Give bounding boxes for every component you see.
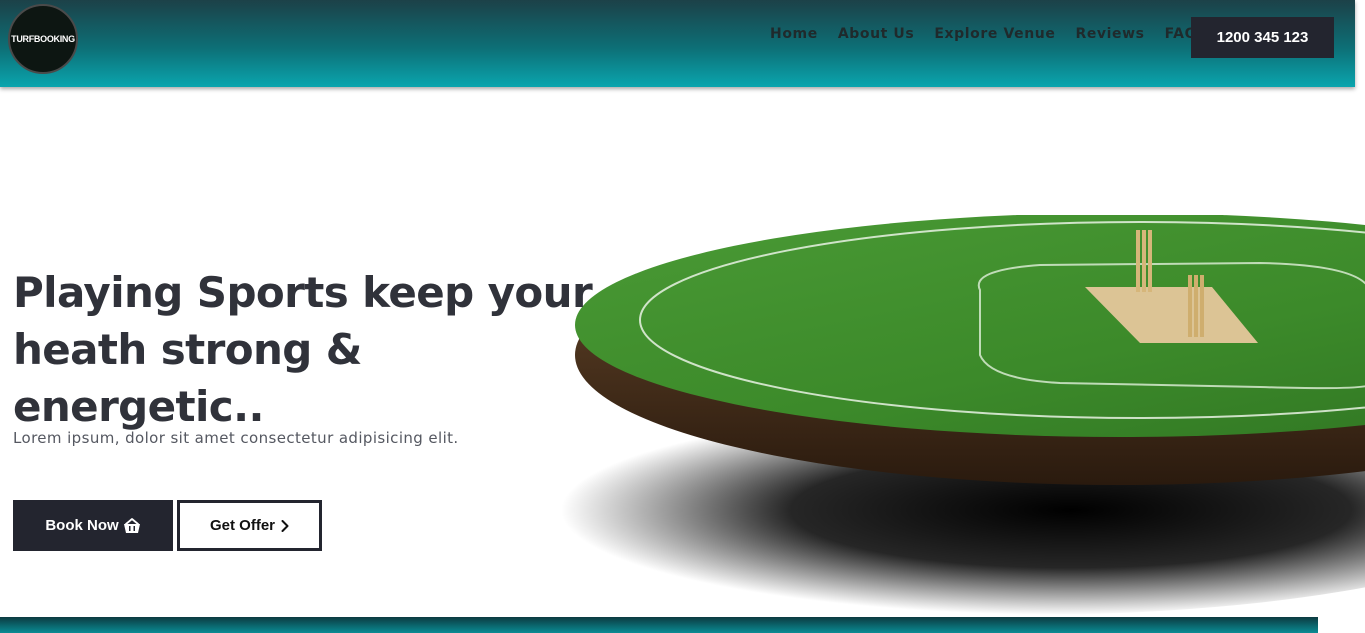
chevron-right-icon <box>281 519 289 532</box>
stumps-near <box>1188 275 1204 337</box>
nav-link-about-us[interactable]: About Us <box>838 26 915 42</box>
get-offer-button[interactable]: Get Offer <box>177 500 322 551</box>
hero-title-line-2: heath strong & energetic.. <box>13 325 362 431</box>
nav-link-explore-venue[interactable]: Explore Venue <box>934 26 1055 42</box>
logo-text: TURFBOOKING <box>11 34 75 44</box>
hero-title: Playing Sports keep your heath strong & … <box>13 264 613 435</box>
basket-icon <box>123 517 141 534</box>
book-now-label: Book Now <box>45 517 119 534</box>
cricket-field-illustration <box>510 215 1365 615</box>
book-now-button[interactable]: Book Now <box>13 500 173 551</box>
nav-link-home[interactable]: Home <box>770 26 818 42</box>
nav-menu: Home About Us Explore Venue Reviews FAQ <box>770 26 1217 42</box>
hero-title-line-1: Playing Sports keep your <box>13 268 593 317</box>
phone-button[interactable]: 1200 345 123 <box>1191 17 1334 58</box>
nav-link-reviews[interactable]: Reviews <box>1075 26 1144 42</box>
brand-logo[interactable]: TURFBOOKING <box>8 4 78 74</box>
landing-page: TURFBOOKING Home About Us Explore Venue … <box>0 0 1365 633</box>
get-offer-label: Get Offer <box>209 517 275 534</box>
stumps-far <box>1136 230 1152 292</box>
navbar: TURFBOOKING Home About Us Explore Venue … <box>0 0 1355 87</box>
